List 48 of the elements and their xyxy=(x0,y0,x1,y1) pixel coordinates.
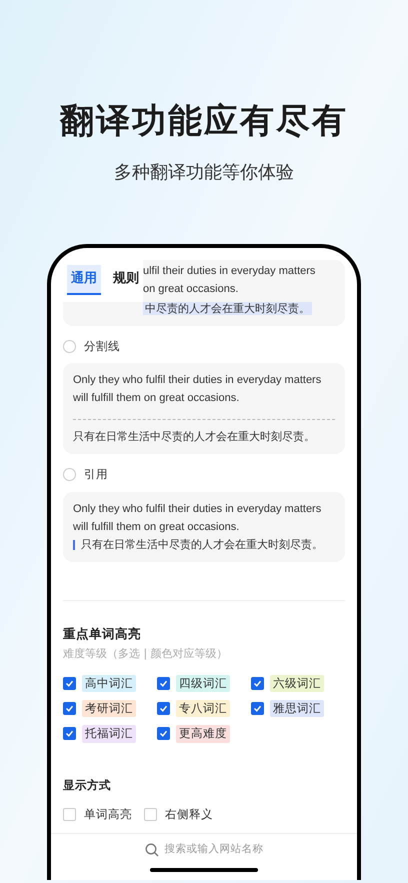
option-label: 分割线 xyxy=(84,338,120,355)
check-icon xyxy=(65,704,74,714)
translation-text: 中尽责的人才会在重大时刻尽责。 xyxy=(143,302,312,315)
checkbox[interactable] xyxy=(251,676,264,690)
level-tag: 雅思词汇 xyxy=(270,700,324,718)
check-icon xyxy=(253,704,262,714)
checkbox[interactable] xyxy=(157,676,170,690)
checkbox[interactable] xyxy=(157,727,170,740)
level-tag: 托福词汇 xyxy=(82,725,136,742)
checkbox[interactable] xyxy=(63,808,76,821)
check-icon xyxy=(65,678,74,688)
checkbox[interactable] xyxy=(157,702,170,716)
check-icon xyxy=(159,704,168,714)
radio-button[interactable] xyxy=(63,468,76,482)
check-icon xyxy=(159,729,168,738)
headline: 翻译功能应有尽有 xyxy=(60,100,348,143)
level-tag: 高中词汇 xyxy=(82,674,136,692)
option-label: 右侧释义 xyxy=(165,806,213,823)
checkbox[interactable] xyxy=(144,808,157,821)
checkbox[interactable] xyxy=(63,676,76,690)
sentence-text: Only they who fulfil their duties in everyday matters will fulfill them on great occasions. xyxy=(73,373,322,406)
section-subtitle: 难度等级（多选 | 颜色对应等级） xyxy=(63,646,229,662)
search-field[interactable]: 搜索或输入网站名称 xyxy=(144,836,264,864)
tab[interactable]: 规则 xyxy=(109,265,143,295)
checkbox[interactable] xyxy=(63,702,76,716)
tab[interactable]: 通用 xyxy=(67,265,101,295)
level-tag: 专八词汇 xyxy=(176,700,230,718)
sentence-text: ulfil their duties in everyday matters xyxy=(143,264,316,279)
check-icon xyxy=(65,729,74,738)
check-icon xyxy=(253,678,262,688)
sentence-text: Only they who fulfil their duties in everyday matters will fulfill them on great occasions. xyxy=(73,502,322,534)
level-tag: 更高难度 xyxy=(176,725,230,742)
level-tag: 四级词汇 xyxy=(176,674,230,692)
translation-text: 只有在日常生活中尽责的人才会在重大时刻尽责。 xyxy=(73,429,316,446)
section-title: 重点单词高亮 xyxy=(63,624,142,642)
option-label: 引用 xyxy=(84,466,108,484)
radio-button[interactable] xyxy=(63,340,76,354)
translation-text: 只有在日常生活中尽责的人才会在重大时刻尽责。 xyxy=(81,536,323,552)
checkbox[interactable] xyxy=(63,727,76,740)
sentence-text: on great occasions. xyxy=(143,282,240,297)
search-icon xyxy=(144,843,158,857)
option-label: 单词高亮 xyxy=(84,806,132,823)
check-icon xyxy=(159,678,168,688)
section-title: 显示方式 xyxy=(63,776,112,794)
checkbox[interactable] xyxy=(251,702,264,716)
subheadline: 多种翻译功能等你体验 xyxy=(114,161,294,185)
level-tag: 考研词汇 xyxy=(82,700,136,718)
level-tag: 六级词汇 xyxy=(270,674,324,692)
